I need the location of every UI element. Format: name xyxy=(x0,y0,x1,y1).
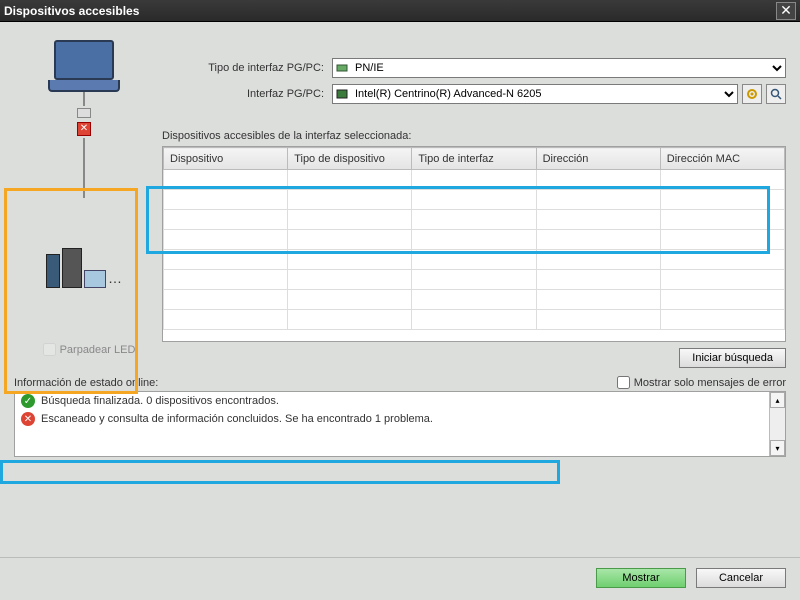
table-row xyxy=(164,230,785,250)
col-interface-type[interactable]: Tipo de interfaz xyxy=(412,148,536,170)
error-icon: ✕ xyxy=(21,412,35,426)
port-icon xyxy=(77,108,91,118)
interface-type-label: Tipo de interfaz PG/PC: xyxy=(162,62,332,74)
status-message-error: ✕ Escaneado y consulta de información co… xyxy=(15,410,785,428)
show-button[interactable]: Mostrar xyxy=(596,568,686,588)
col-device-type[interactable]: Tipo de dispositivo xyxy=(288,148,412,170)
status-message-ok: ✓ Búsqueda finalizada. 0 dispositivos en… xyxy=(15,392,785,410)
col-device[interactable]: Dispositivo xyxy=(164,148,288,170)
col-address[interactable]: Dirección xyxy=(536,148,660,170)
table-row xyxy=(164,310,785,330)
col-mac[interactable]: Dirección MAC xyxy=(660,148,784,170)
interface-form: Tipo de interfaz PG/PC: PN/IE Interfaz P… xyxy=(162,34,786,370)
status-text: Escaneado y consulta de información conc… xyxy=(41,413,433,425)
check-icon: ✓ xyxy=(21,394,35,408)
highlight-orange-box xyxy=(4,188,138,394)
window-title: Dispositivos accesibles xyxy=(4,4,776,18)
show-errors-only-checkbox[interactable]: Mostrar solo mensajes de error xyxy=(617,376,786,389)
table-section-label: Dispositivos accesibles de la interfaz s… xyxy=(162,130,786,142)
search-interface-icon[interactable] xyxy=(766,84,786,104)
table-row xyxy=(164,210,785,230)
accessible-devices-dialog: Dispositivos accesibles ✕ ✕ … xyxy=(0,0,800,600)
table-row xyxy=(164,170,785,190)
dialog-footer: Mostrar Cancelar xyxy=(0,557,800,600)
nic-icon xyxy=(336,88,348,100)
table-row xyxy=(164,250,785,270)
show-errors-only-label: Mostrar solo mensajes de error xyxy=(634,377,786,389)
start-search-button[interactable]: Iniciar búsqueda xyxy=(679,348,786,368)
interface-select[interactable]: Intel(R) Centrino(R) Advanced-N 6205 xyxy=(332,84,738,104)
titlebar: Dispositivos accesibles ✕ xyxy=(0,0,800,22)
close-icon[interactable]: ✕ xyxy=(776,2,796,20)
dialog-body: ✕ … Parpadear LED Tipo de interfaz PG/PC… xyxy=(0,22,800,557)
table-row xyxy=(164,270,785,290)
scroll-up-icon[interactable]: ▴ xyxy=(770,392,785,408)
table-row xyxy=(164,190,785,210)
status-list: ✓ Búsqueda finalizada. 0 dispositivos en… xyxy=(14,391,786,457)
pn-ie-icon xyxy=(336,62,348,74)
status-text: Búsqueda finalizada. 0 dispositivos enco… xyxy=(41,395,279,407)
highlight-blue-status xyxy=(0,460,560,484)
interface-type-select[interactable]: PN/IE xyxy=(332,58,786,78)
scroll-down-icon[interactable]: ▾ xyxy=(770,440,785,456)
table-row xyxy=(164,290,785,310)
interface-label: Interfaz PG/PC: xyxy=(162,88,332,100)
cancel-button[interactable]: Cancelar xyxy=(696,568,786,588)
laptop-icon xyxy=(48,40,120,92)
devices-table: Dispositivo Tipo de dispositivo Tipo de … xyxy=(162,146,786,342)
table-header-row: Dispositivo Tipo de dispositivo Tipo de … xyxy=(164,148,785,170)
status-scrollbar[interactable]: ▴ ▾ xyxy=(769,392,785,456)
configure-interface-icon[interactable] xyxy=(742,84,762,104)
connection-error-icon: ✕ xyxy=(77,122,91,136)
